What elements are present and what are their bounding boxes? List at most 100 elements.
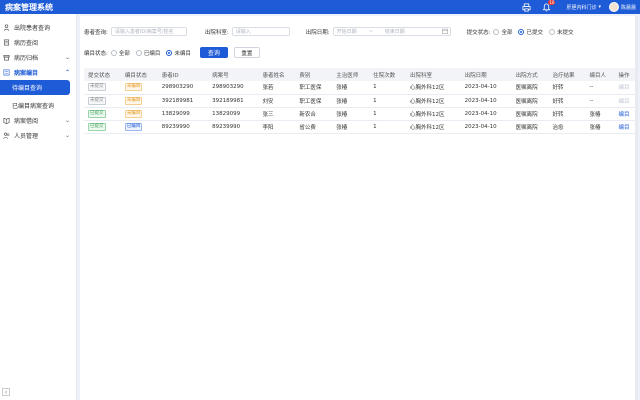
vertical-scrollbar[interactable] bbox=[635, 16, 638, 400]
search-button[interactable]: 查询 bbox=[199, 47, 228, 58]
treatment-result: 好转 bbox=[552, 111, 564, 118]
table-cell: 未编目 bbox=[120, 81, 158, 95]
table-cell: 张椿 bbox=[332, 107, 370, 121]
table-cell: 298903290 bbox=[208, 81, 259, 95]
col-fee-type: 费别 bbox=[295, 68, 333, 81]
discharge-date: 2023-04-10 bbox=[464, 97, 497, 104]
sidebar-item-label: 病案编目 bbox=[14, 70, 39, 77]
submit-radio-submitted[interactable]: 已提交 bbox=[518, 28, 543, 36]
radio-label: 已提交 bbox=[526, 29, 543, 36]
table-cell: 心胸外科12区 bbox=[406, 107, 461, 121]
person-icon bbox=[3, 23, 11, 32]
table-row[interactable]: 已提交 已编目 89239990 89239990 李阳 省公费 张椿 1 心胸外科12区 202… bbox=[84, 120, 636, 134]
calendar-icon bbox=[441, 28, 448, 36]
catalog-radio-all[interactable]: 全部 bbox=[110, 49, 130, 57]
table-cell: 已提交 bbox=[84, 107, 121, 121]
sidebar-subitem-label: 已编目病案查询 bbox=[12, 103, 55, 110]
discharge-method: 医嘱离院 bbox=[515, 111, 538, 118]
table-cell: 13829099 bbox=[157, 107, 209, 121]
sidebar-item-label: 人员管理 bbox=[14, 133, 39, 140]
col-record-no: 病案号 bbox=[208, 68, 259, 81]
patient-id: 298903290 bbox=[161, 84, 194, 91]
table-cell: 刘安 bbox=[258, 94, 296, 108]
submit-radio-all[interactable]: 全部 bbox=[493, 28, 512, 36]
doctor-name: 张椿 bbox=[336, 98, 348, 105]
bell-icon[interactable]: 10 bbox=[540, 0, 556, 13]
radio-dot bbox=[493, 28, 500, 35]
chevron-down-icon: ⌄ bbox=[64, 54, 70, 61]
table-cell: 好转 bbox=[548, 81, 586, 95]
top-header: 病案管理系统 10 肝胆内科门诊 ▾ 陈晨晨 bbox=[0, 0, 640, 14]
col-doctor: 主治医师 bbox=[332, 68, 370, 81]
patient-id: 89239990 bbox=[161, 123, 190, 130]
table-cell: 张三 bbox=[258, 107, 296, 121]
patient-id: 13829099 bbox=[161, 110, 190, 117]
reset-button[interactable]: 重置 bbox=[233, 47, 260, 58]
submit-status-tag: 未提交 bbox=[88, 96, 106, 105]
col-patient-id: 患者ID bbox=[157, 68, 209, 81]
table-cell: 编目 bbox=[614, 107, 636, 121]
table-cell: 治愈 bbox=[548, 120, 586, 134]
table-cell: 89239990 bbox=[208, 120, 259, 134]
discharge-department: 心胸外科12区 bbox=[410, 124, 445, 131]
table-cell: 392189981 bbox=[157, 94, 209, 108]
table-body: 未提交 未编目 298903290 298903290 张若 职工医保 张椿 1 心胸外科12区… bbox=[84, 81, 636, 134]
catalog-action-link[interactable]: 编目 bbox=[619, 125, 630, 131]
radio-label: 全部 bbox=[501, 29, 513, 36]
discharge-date-label: 出院日期: bbox=[305, 29, 330, 36]
table-cell: 2023-04-10 bbox=[460, 81, 512, 95]
discharge-method: 医嘱离院 bbox=[515, 98, 538, 105]
department-selector[interactable]: 肝胆内科门诊 ▾ bbox=[566, 4, 601, 11]
catalog-action-link[interactable]: 编目 bbox=[619, 99, 630, 105]
fee-type: 省公费 bbox=[299, 124, 316, 131]
document-icon bbox=[3, 39, 11, 47]
sidebar-item-cataloging[interactable]: 病案编目 ⌃ bbox=[0, 65, 76, 80]
submit-radio-unsubmitted[interactable]: 未提交 bbox=[548, 28, 573, 36]
catalog-radio-cataloged[interactable]: 已编目 bbox=[135, 49, 160, 57]
fee-type: 新农合 bbox=[299, 111, 316, 118]
patient-name: 张三 bbox=[262, 111, 274, 118]
table-row[interactable]: 已提交 未编目 13829099 13829099 张三 新农合 张椿 1 心胸外科12区 202… bbox=[84, 107, 636, 121]
table-cell: 1 bbox=[369, 81, 407, 95]
visit-count: 1 bbox=[373, 84, 377, 91]
chevron-up-icon: ⌃ bbox=[64, 69, 70, 76]
discharge-department: 心胸外科12区 bbox=[410, 85, 445, 92]
submit-status-tag: 已提交 bbox=[88, 109, 106, 118]
sidebar-item-record-review[interactable]: 病历查阅 bbox=[0, 35, 76, 50]
radio-dot bbox=[548, 28, 555, 35]
table-cell: 编目 bbox=[614, 120, 636, 134]
caret-down-icon: ▾ bbox=[598, 4, 601, 10]
table-row[interactable]: 未提交 未编目 298903290 298903290 张若 职工医保 张椿 1 心胸外科12区… bbox=[84, 81, 636, 95]
doctor-name: 张椿 bbox=[336, 85, 348, 92]
catalog-action-link[interactable]: 编目 bbox=[619, 112, 630, 118]
sidebar-item-archive[interactable]: 病历归档 ⌄ bbox=[0, 50, 76, 65]
fee-type: 职工医保 bbox=[299, 98, 322, 105]
sidebar-subitem-cataloged-query[interactable]: 已编目病案查询 bbox=[0, 98, 76, 113]
table-cell: 未编目 bbox=[120, 107, 158, 121]
col-cataloger: 编目人 bbox=[585, 68, 615, 81]
table-row[interactable]: 未提交 未编目 392189981 392189981 刘安 职工医保 张椿 1 心胸外科12区… bbox=[84, 94, 636, 108]
sidebar-item-personnel[interactable]: 人员管理 ⌄ bbox=[0, 128, 76, 143]
sidebar-collapse-button[interactable]: ‹ bbox=[2, 388, 10, 396]
table-cell: 职工医保 bbox=[295, 81, 333, 95]
sidebar-item-borrowing[interactable]: 病案借阅 ⌄ bbox=[0, 113, 76, 128]
treatment-result: 治愈 bbox=[552, 124, 564, 131]
start-date-placeholder: 开始日期 bbox=[336, 29, 357, 35]
filter-row-1: 患者查询: 请输入患者ID/病案号/姓名 出院科室: 请输入 出院日期: 开始日… bbox=[84, 27, 579, 36]
records-table: 提交状态 编目状态 患者ID 病案号 患者姓名 费别 主治医师 住院次数 出院科… bbox=[84, 68, 636, 134]
discharge-date: 2023-04-10 bbox=[464, 110, 497, 117]
patient-query-input[interactable]: 请输入患者ID/病案号/姓名 bbox=[110, 27, 187, 36]
sidebar-item-label: 病案借阅 bbox=[14, 118, 39, 125]
avatar[interactable] bbox=[608, 2, 619, 12]
sidebar-subitem-pending-catalog[interactable]: 待编目查询 bbox=[0, 80, 70, 95]
printer-icon[interactable] bbox=[520, 1, 532, 13]
date-range-picker[interactable]: 开始日期 ~ 结束日期 bbox=[332, 27, 451, 36]
sidebar-item-discharged-query[interactable]: 出院患者查询 bbox=[0, 20, 76, 35]
table-cell: -- bbox=[585, 81, 615, 95]
col-action: 操作 bbox=[614, 68, 636, 81]
catalog-radio-uncataloged[interactable]: 未编目 bbox=[166, 49, 191, 57]
user-name[interactable]: 陈晨晨 bbox=[621, 4, 636, 11]
department-input[interactable]: 请输入 bbox=[231, 27, 290, 36]
catalog-action-link[interactable]: 编目 bbox=[619, 85, 630, 91]
chevron-down-icon: ⌄ bbox=[64, 132, 70, 139]
